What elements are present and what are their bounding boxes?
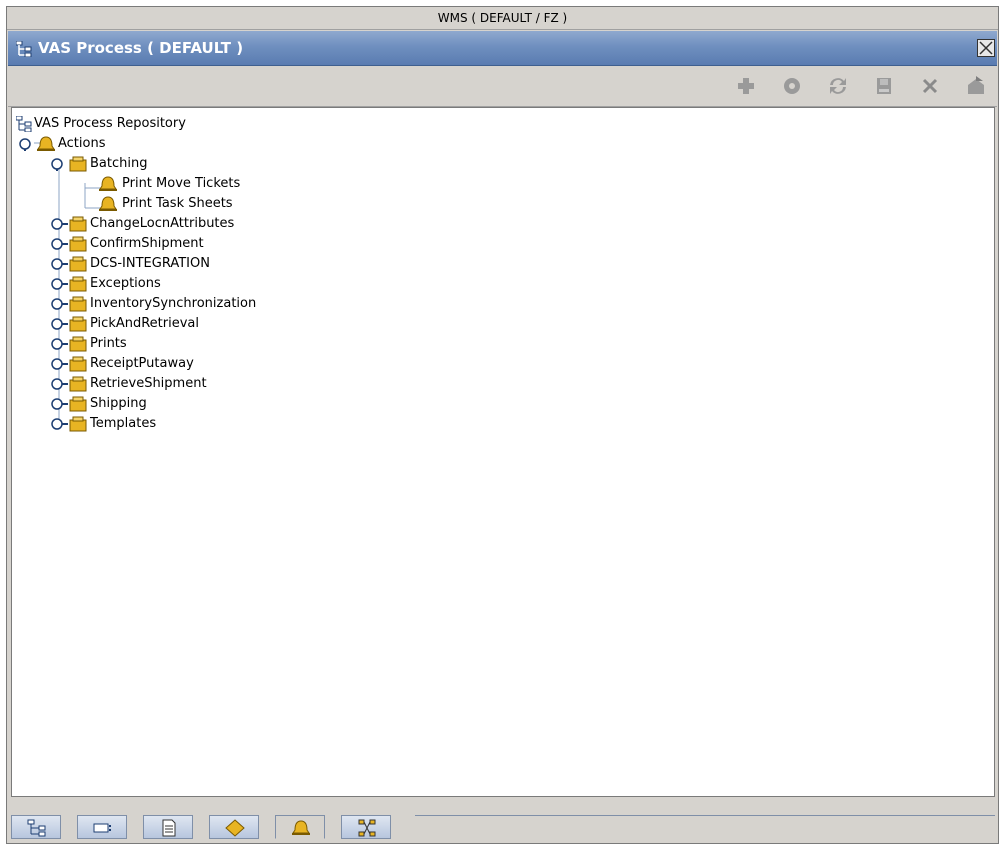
tree-item-label: ReceiptPutaway xyxy=(90,356,194,371)
delete-button[interactable] xyxy=(918,75,942,97)
details-icon xyxy=(784,78,800,94)
export-button[interactable] xyxy=(964,75,988,97)
tab-diamond[interactable] xyxy=(209,815,259,839)
tree-item-label: Shipping xyxy=(90,396,147,411)
panel-header: VAS Process ( DEFAULT ) xyxy=(8,31,997,66)
document-icon xyxy=(162,819,176,837)
details-button[interactable] xyxy=(780,75,804,97)
folder-icon xyxy=(69,236,87,252)
tab-field[interactable] xyxy=(77,815,127,839)
folder-icon xyxy=(69,396,87,412)
tree-item-label: DCS-INTEGRATION xyxy=(90,256,210,271)
tree-item-label: Actions xyxy=(58,136,106,151)
tab-actions[interactable] xyxy=(275,815,325,839)
hierarchy-icon xyxy=(15,40,32,58)
tab-document[interactable] xyxy=(143,815,193,839)
window-title: WMS ( DEFAULT / FZ ) xyxy=(7,7,998,30)
bottom-tab-bar xyxy=(11,815,995,841)
app-window: WMS ( DEFAULT / FZ ) VAS Process ( DEFAU… xyxy=(6,6,999,844)
folder-icon xyxy=(69,416,87,432)
tree-item-label: ConfirmShipment xyxy=(90,236,204,251)
add-button[interactable] xyxy=(734,75,758,97)
tree-item-label: PickAndRetrieval xyxy=(90,316,199,331)
toolbar xyxy=(8,66,997,107)
folder-icon xyxy=(69,376,87,392)
folder-icon xyxy=(69,256,87,272)
folder-icon xyxy=(69,296,87,312)
export-icon xyxy=(968,76,984,94)
delete-icon xyxy=(922,78,938,94)
expand-toggle-icon[interactable] xyxy=(18,137,32,151)
process-tree[interactable]: VAS Process Repository Actions Batching … xyxy=(11,107,995,797)
folder-icon xyxy=(69,336,87,352)
folder-icon xyxy=(69,316,87,332)
folder-icon xyxy=(69,276,87,292)
refresh-button[interactable] xyxy=(826,75,850,97)
bell-icon xyxy=(99,176,117,191)
save-icon xyxy=(877,78,891,94)
folder-icon xyxy=(69,216,87,232)
folder-icon xyxy=(69,356,87,372)
tree-item-label: ChangeLocnAttributes xyxy=(90,216,235,231)
expand-toggle-icon[interactable] xyxy=(50,157,64,171)
panel-title: VAS Process ( DEFAULT ) xyxy=(38,39,244,57)
close-icon xyxy=(979,41,993,55)
folder-icon xyxy=(69,156,87,172)
tree-item-label: Print Move Tickets xyxy=(122,176,241,191)
tab-tree[interactable] xyxy=(11,815,61,839)
add-icon xyxy=(738,78,754,94)
tab-bar-filler xyxy=(415,815,995,839)
refresh-icon xyxy=(830,78,846,94)
save-button[interactable] xyxy=(872,75,896,97)
tab-network[interactable] xyxy=(341,815,391,839)
bell-icon xyxy=(99,196,117,211)
bell-icon xyxy=(37,136,55,151)
hierarchy-icon xyxy=(16,116,32,132)
tree-item-label: Batching xyxy=(90,156,148,171)
tree-item-label: Prints xyxy=(90,336,127,351)
bell-icon xyxy=(292,820,310,835)
close-button[interactable] xyxy=(977,39,995,57)
tree-root-label: VAS Process Repository xyxy=(34,116,186,131)
field-icon xyxy=(93,823,111,833)
tree-item-label: Exceptions xyxy=(90,276,161,291)
tree-icon xyxy=(27,819,46,837)
diamond-icon xyxy=(225,819,245,837)
tree-item-label: RetrieveShipment xyxy=(90,376,207,391)
tree-item-label: Print Task Sheets xyxy=(122,196,233,211)
tree-item-label: InventorySynchronization xyxy=(90,296,257,311)
network-icon xyxy=(358,819,376,837)
tree-item-label: Templates xyxy=(90,416,157,431)
